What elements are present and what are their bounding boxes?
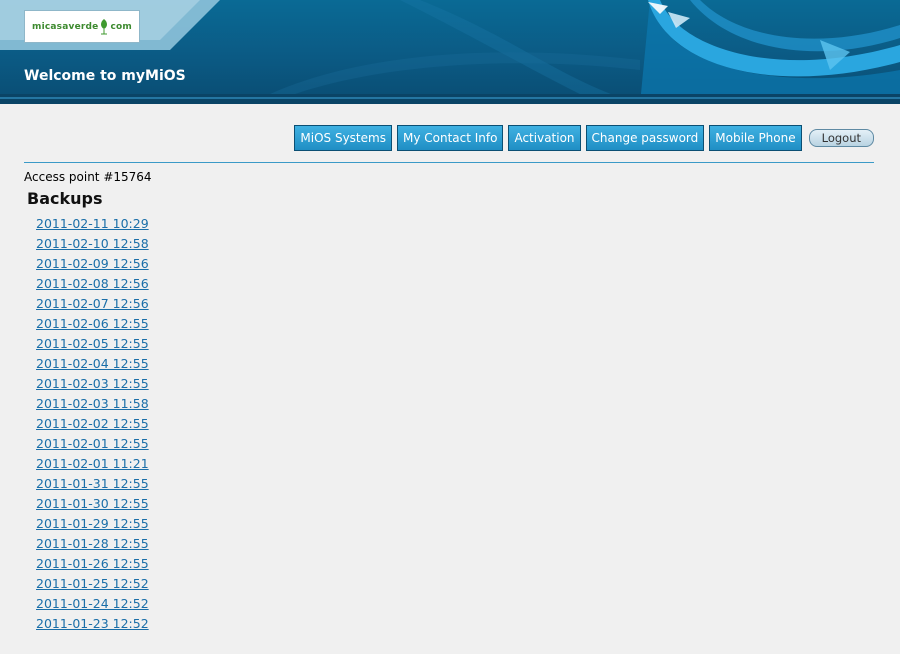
- backup-link[interactable]: 2011-01-23 12:52: [36, 616, 149, 631]
- list-item: 2011-01-26 12:55: [36, 553, 149, 573]
- content-divider: [24, 162, 874, 163]
- nav-my-contact-info-button[interactable]: My Contact Info: [396, 125, 504, 151]
- backup-link[interactable]: 2011-02-07 12:56: [36, 296, 149, 311]
- list-item: 2011-02-03 11:58: [36, 393, 149, 413]
- backup-link[interactable]: 2011-02-08 12:56: [36, 276, 149, 291]
- list-item: 2011-02-05 12:55: [36, 333, 149, 353]
- list-item: 2011-02-01 11:21: [36, 453, 149, 473]
- backups-heading: Backups: [27, 189, 103, 208]
- nav-mios-systems-button[interactable]: MiOS Systems: [294, 125, 392, 151]
- backup-link[interactable]: 2011-01-28 12:55: [36, 536, 149, 551]
- list-item: 2011-01-28 12:55: [36, 533, 149, 553]
- backup-link[interactable]: 2011-01-29 12:55: [36, 516, 149, 531]
- backup-link[interactable]: 2011-02-10 12:58: [36, 236, 149, 251]
- list-item: 2011-01-23 12:52: [36, 613, 149, 633]
- nav-mobile-phone-button[interactable]: Mobile Phone: [709, 125, 802, 151]
- list-item: 2011-02-09 12:56: [36, 253, 149, 273]
- list-item: 2011-02-01 12:55: [36, 433, 149, 453]
- backup-link[interactable]: 2011-02-01 12:55: [36, 436, 149, 451]
- backup-list: 2011-02-11 10:29 2011-02-10 12:58 2011-0…: [36, 213, 149, 633]
- backup-link[interactable]: 2011-02-04 12:55: [36, 356, 149, 371]
- list-item: 2011-02-02 12:55: [36, 413, 149, 433]
- header-banner: micasaverde com Welcome to myMiOS: [0, 0, 900, 104]
- list-item: 2011-01-25 12:52: [36, 573, 149, 593]
- backup-link[interactable]: 2011-01-31 12:55: [36, 476, 149, 491]
- list-item: 2011-01-31 12:55: [36, 473, 149, 493]
- backup-link[interactable]: 2011-02-02 12:55: [36, 416, 149, 431]
- list-item: 2011-01-30 12:55: [36, 493, 149, 513]
- backup-link[interactable]: 2011-01-30 12:55: [36, 496, 149, 511]
- nav-activation-button[interactable]: Activation: [508, 125, 581, 151]
- list-item: 2011-02-06 12:55: [36, 313, 149, 333]
- logout-button[interactable]: Logout: [808, 129, 874, 147]
- list-item: 2011-02-07 12:56: [36, 293, 149, 313]
- backup-link[interactable]: 2011-01-24 12:52: [36, 596, 149, 611]
- backup-link[interactable]: 2011-02-11 10:29: [36, 216, 149, 231]
- backup-link[interactable]: 2011-01-25 12:52: [36, 576, 149, 591]
- nav-change-password-button[interactable]: Change password: [585, 125, 705, 151]
- backup-link[interactable]: 2011-02-03 11:58: [36, 396, 149, 411]
- backup-link[interactable]: 2011-01-26 12:55: [36, 556, 149, 571]
- backup-link[interactable]: 2011-02-01 11:21: [36, 456, 149, 471]
- top-navigation: MiOS Systems My Contact Info Activation …: [294, 125, 874, 151]
- list-item: 2011-02-08 12:56: [36, 273, 149, 293]
- backup-link[interactable]: 2011-02-05 12:55: [36, 336, 149, 351]
- leaf-icon: [101, 18, 108, 34]
- list-item: 2011-02-10 12:58: [36, 233, 149, 253]
- list-item: 2011-01-24 12:52: [36, 593, 149, 613]
- access-point-label: Access point #15764: [24, 170, 152, 184]
- list-item: 2011-01-29 12:55: [36, 513, 149, 533]
- logo-text-left: micasaverde: [32, 21, 99, 32]
- list-item: 2011-02-11 10:29: [36, 213, 149, 233]
- backup-link[interactable]: 2011-02-06 12:55: [36, 316, 149, 331]
- company-logo[interactable]: micasaverde com: [24, 10, 140, 43]
- backup-link[interactable]: 2011-02-03 12:55: [36, 376, 149, 391]
- backup-link[interactable]: 2011-02-09 12:56: [36, 256, 149, 271]
- page-title: Welcome to myMiOS: [24, 68, 186, 84]
- logo-text-right: com: [110, 21, 132, 32]
- list-item: 2011-02-04 12:55: [36, 353, 149, 373]
- list-item: 2011-02-03 12:55: [36, 373, 149, 393]
